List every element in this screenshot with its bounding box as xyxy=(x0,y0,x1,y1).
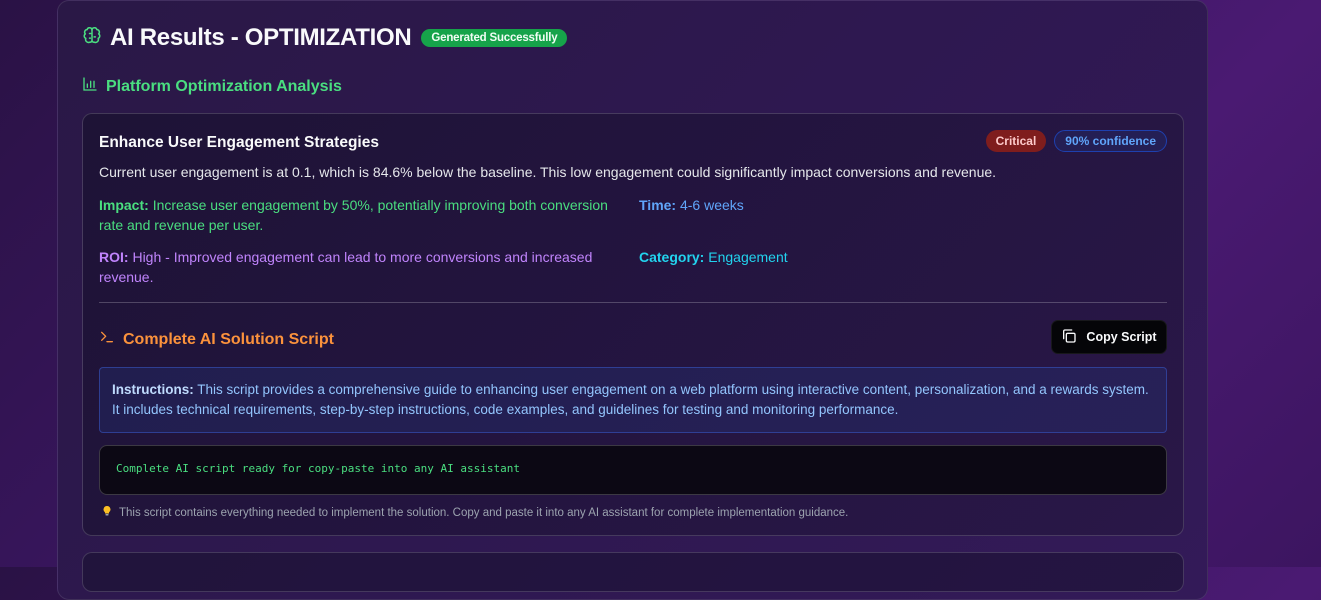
section-title: Platform Optimization Analysis xyxy=(106,77,342,95)
impact-field: Impact: Increase user engagement by 50%,… xyxy=(99,195,619,235)
instructions-label: Instructions: xyxy=(112,382,194,397)
category-field: Category: Engagement xyxy=(639,247,788,267)
category-label: Category: xyxy=(639,249,705,265)
script-code-block[interactable]: Complete AI script ready for copy-paste … xyxy=(99,445,1167,495)
brain-icon xyxy=(82,26,102,51)
time-field: Time: 4-6 weeks xyxy=(639,195,744,215)
page-title: AI Results - OPTIMIZATION xyxy=(110,24,412,51)
impact-value: Increase user engagement by 50%, potenti… xyxy=(99,197,608,233)
impact-label: Impact: xyxy=(99,197,149,213)
recommendation-badges: Critical 90% confidence xyxy=(985,130,1167,152)
category-value: Engagement xyxy=(708,249,788,265)
roi-value: High - Improved engagement can lead to m… xyxy=(99,249,593,285)
terminal-icon xyxy=(99,329,115,350)
roi-field: ROI: High - Improved engagement can lead… xyxy=(99,247,619,287)
confidence-badge: 90% confidence xyxy=(1054,130,1167,152)
status-badge: Generated Successfully xyxy=(421,29,568,47)
tip-text: This script contains everything needed t… xyxy=(119,506,849,519)
script-code-text: Complete AI script ready for copy-paste … xyxy=(116,462,520,475)
recommendation-card: Enhance User Engagement Strategies Criti… xyxy=(82,113,1184,536)
roi-label: ROI: xyxy=(99,249,129,265)
script-title: Complete AI Solution Script xyxy=(123,330,334,348)
instructions-box: Instructions: This script provides a com… xyxy=(99,367,1167,433)
tip-note: This script contains everything needed t… xyxy=(101,505,848,520)
divider xyxy=(99,302,1167,303)
instructions-text: This script provides a comprehensive gui… xyxy=(112,382,1149,417)
section-heading: Platform Optimization Analysis xyxy=(82,76,342,97)
recommendation-title: Enhance User Engagement Strategies xyxy=(99,134,379,151)
copy-icon xyxy=(1061,328,1077,347)
next-recommendation-card xyxy=(82,552,1184,592)
recommendation-description: Current user engagement is at 0.1, which… xyxy=(99,164,997,180)
copy-script-button[interactable]: Copy Script xyxy=(1051,320,1167,354)
lightbulb-icon xyxy=(101,505,113,520)
results-header: AI Results - OPTIMIZATION Generated Succ… xyxy=(82,24,568,52)
bar-chart-icon xyxy=(82,76,98,97)
time-value: 4-6 weeks xyxy=(679,197,744,213)
priority-badge: Critical xyxy=(985,130,1047,152)
time-label: Time: xyxy=(639,197,677,213)
script-heading: Complete AI Solution Script xyxy=(99,329,334,350)
copy-script-label: Copy Script xyxy=(1086,330,1157,344)
